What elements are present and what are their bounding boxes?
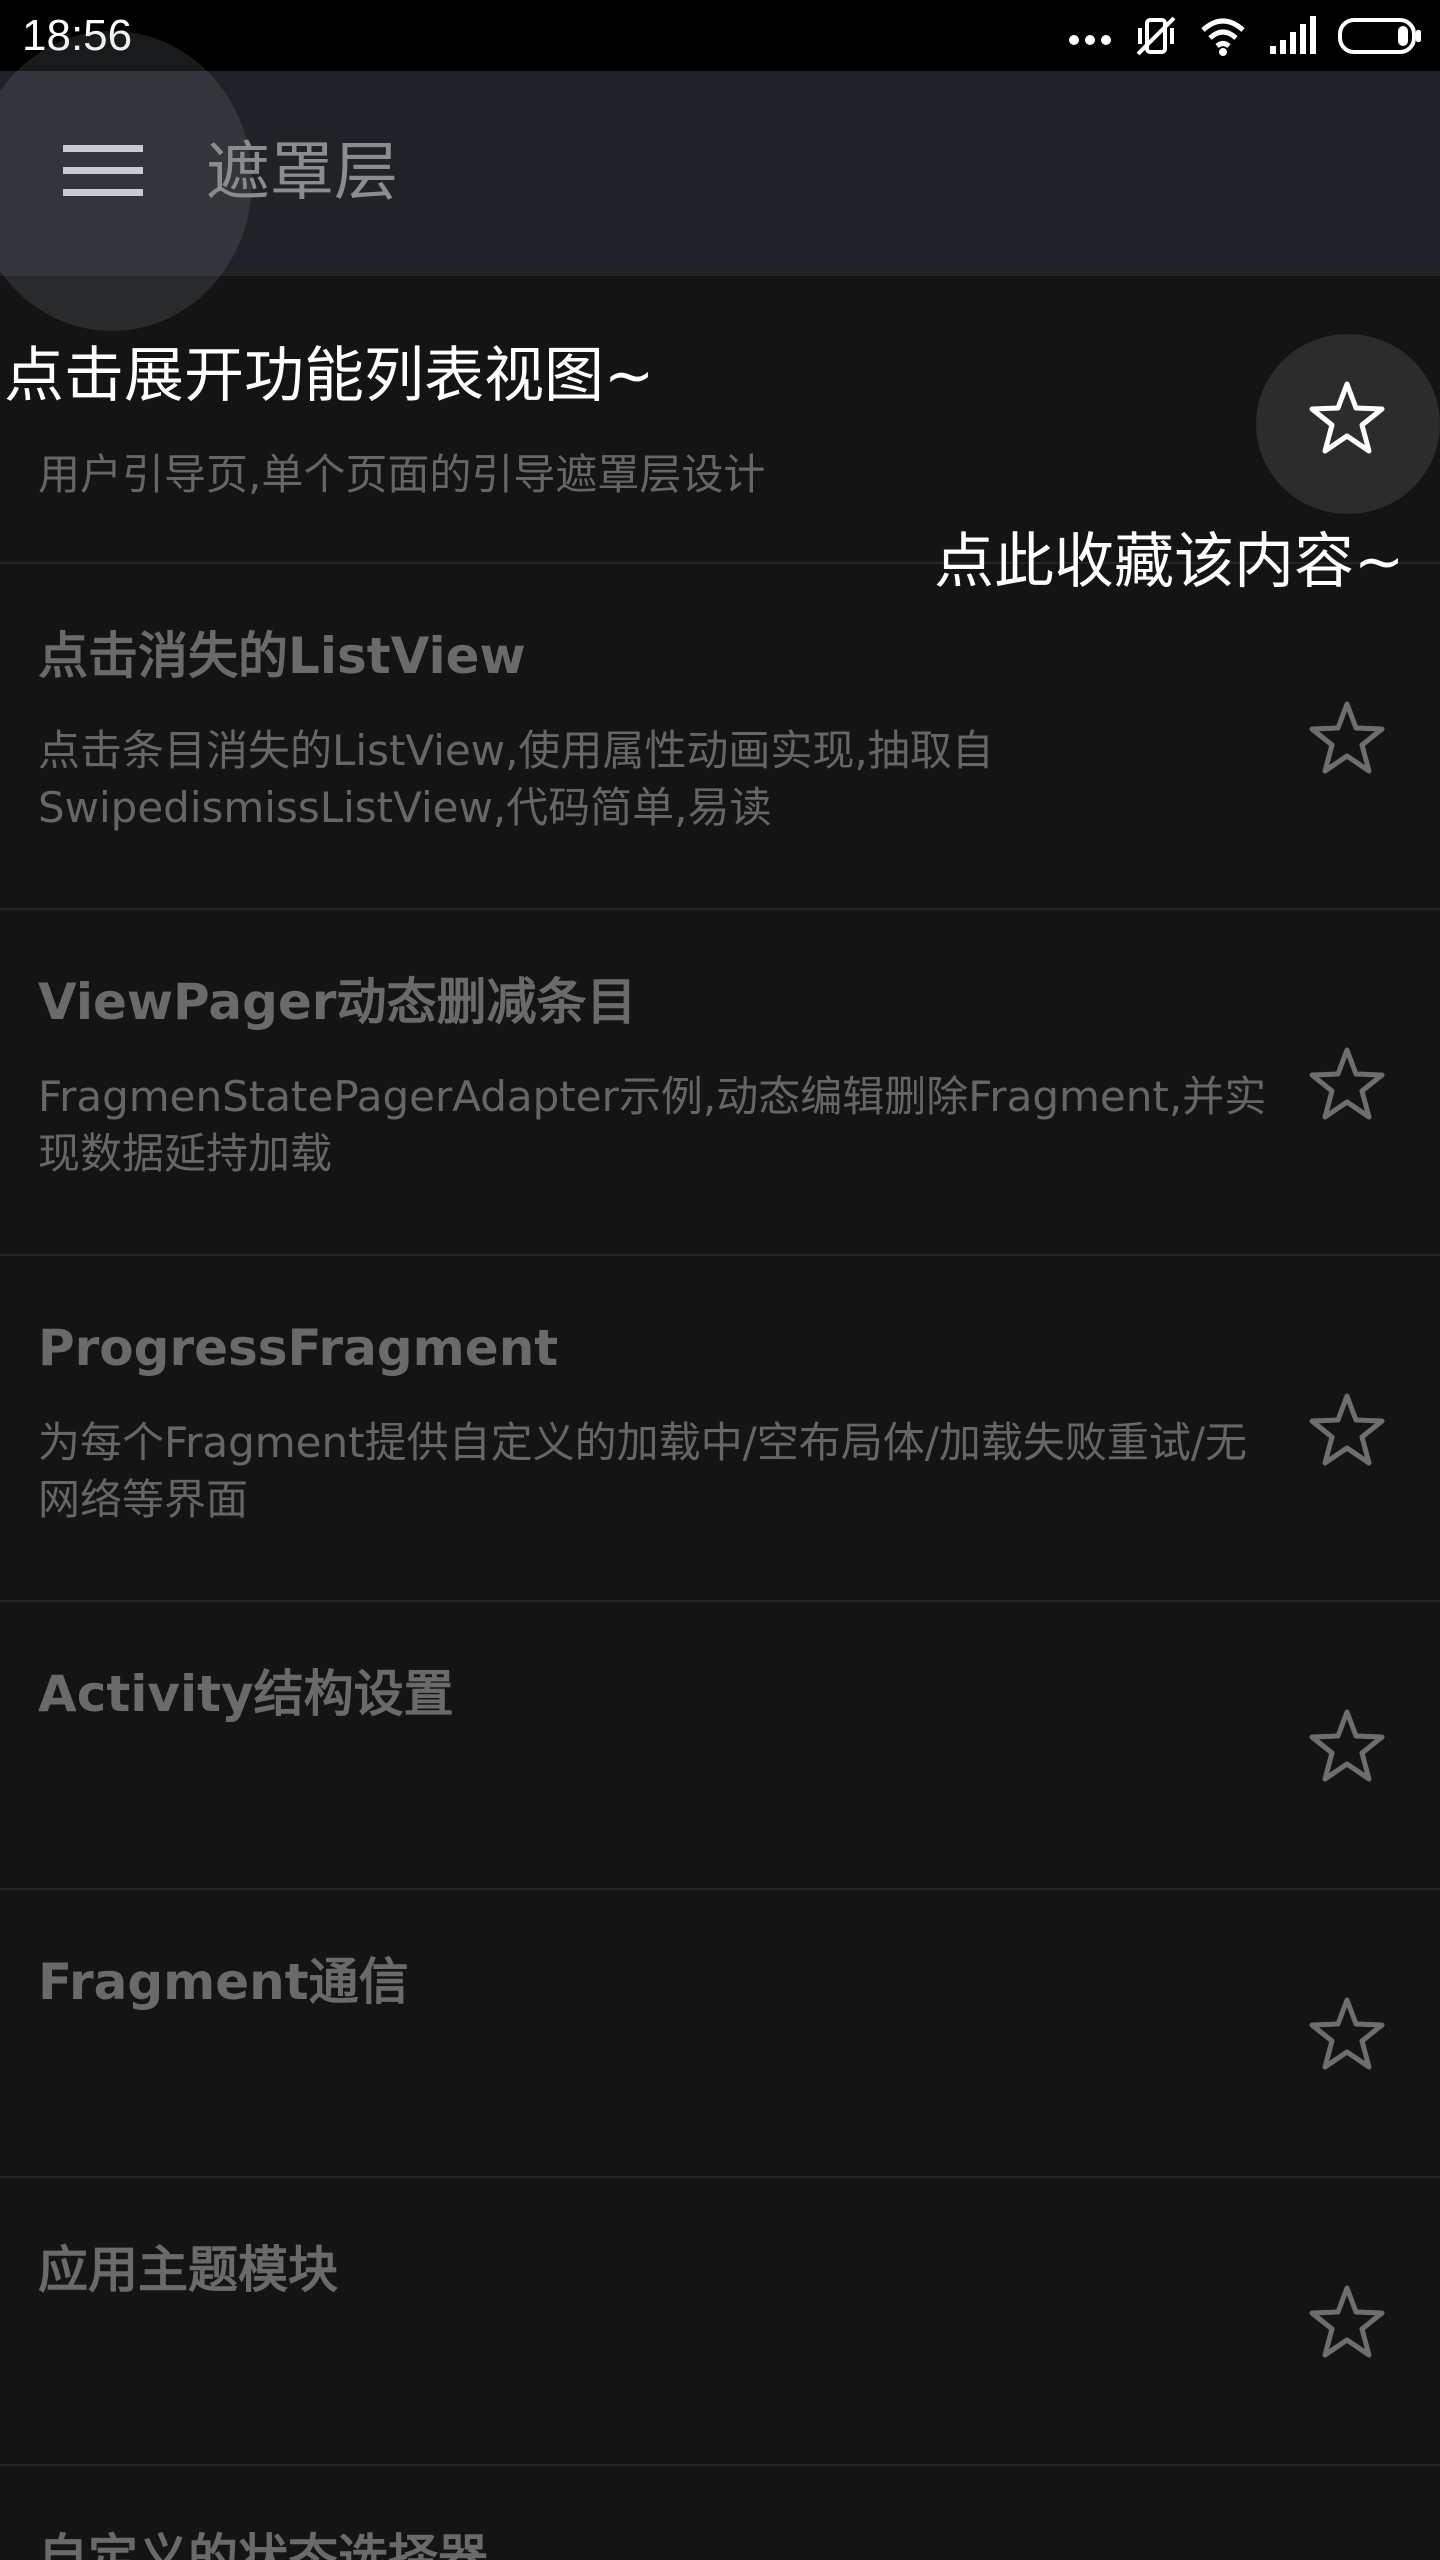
vibrate-icon: [1134, 14, 1178, 58]
star-outline-icon: [1309, 1046, 1385, 1126]
star-outline-icon: [1309, 380, 1385, 460]
item-title: 点击消失的ListView: [38, 627, 526, 685]
favorite-button[interactable]: [1305, 1390, 1389, 1474]
item-description: 点击条目消失的ListView,使用属性动画实现,抽取自Swipedismiss…: [38, 726, 994, 832]
status-icons: [1068, 12, 1422, 60]
item-title: Fragment通信: [38, 1953, 409, 2011]
favorite-button[interactable]: [1305, 2282, 1389, 2366]
list-item[interactable]: 自定义的状态选择器: [0, 2466, 1440, 2560]
favorite-hint-text: 点此收藏该内容~: [934, 527, 1405, 597]
favorite-button[interactable]: [1305, 1706, 1389, 1790]
wifi-icon: [1200, 16, 1246, 56]
favorite-button[interactable]: [1305, 1044, 1389, 1128]
list-item[interactable]: 用户引导页,单个页面的引导遮罩层设计: [0, 276, 1440, 564]
menu-hint-text: 点击展开功能列表视图~: [4, 341, 655, 411]
item-title: ProgressFragment: [38, 1319, 559, 1377]
menu-button[interactable]: [40, 123, 166, 223]
favorite-button[interactable]: [1305, 1994, 1389, 2078]
list-item[interactable]: Fragment通信: [0, 1890, 1440, 2178]
item-title: 应用主题模块: [38, 2241, 338, 2299]
item-title: Activity结构设置: [38, 1665, 454, 1723]
list-item[interactable]: ViewPager动态删减条目 FragmenStatePagerAdapter…: [0, 910, 1440, 1256]
hamburger-menu-icon: [61, 143, 145, 203]
item-title: ViewPager动态删减条目: [38, 973, 637, 1031]
star-outline-icon: [1309, 1392, 1385, 1472]
item-title: 自定义的状态选择器: [38, 2529, 488, 2560]
item-description: FragmenStatePagerAdapter示例,动态编辑删除Fragmen…: [38, 1072, 1267, 1178]
list-item[interactable]: 点击消失的ListView 点击条目消失的ListView,使用属性动画实现,抽…: [0, 564, 1440, 910]
favorite-button[interactable]: [1305, 378, 1389, 462]
feature-list: 用户引导页,单个页面的引导遮罩层设计 点击消失的ListView 点击条目消失的…: [0, 276, 1440, 2560]
list-item[interactable]: Activity结构设置: [0, 1602, 1440, 1890]
star-outline-icon: [1309, 2284, 1385, 2364]
app-bar: 遮罩层: [0, 31, 1440, 331]
star-outline-icon: [1309, 1708, 1385, 1788]
item-description: 为每个Fragment提供自定义的加载中/空布局体/加载失败重试/无网络等界面: [38, 1418, 1248, 1524]
favorite-button[interactable]: [1305, 698, 1389, 782]
page-title: 遮罩层: [206, 136, 398, 210]
status-bar: 18:56: [0, 0, 1440, 71]
more-dots-icon: [1068, 26, 1112, 46]
star-outline-icon: [1309, 700, 1385, 780]
signal-icon: [1268, 16, 1316, 56]
battery-icon: [1338, 18, 1422, 54]
star-outline-icon: [1309, 1996, 1385, 2076]
list-item[interactable]: ProgressFragment 为每个Fragment提供自定义的加载中/空布…: [0, 1256, 1440, 1602]
screen: 18:56 遮罩层 用户引导页,单个页面的引导遮罩层设计 点击消失的ListVi…: [0, 0, 1440, 2560]
item-description: 用户引导页,单个页面的引导遮罩层设计: [38, 450, 766, 499]
list-item[interactable]: 应用主题模块: [0, 2178, 1440, 2466]
